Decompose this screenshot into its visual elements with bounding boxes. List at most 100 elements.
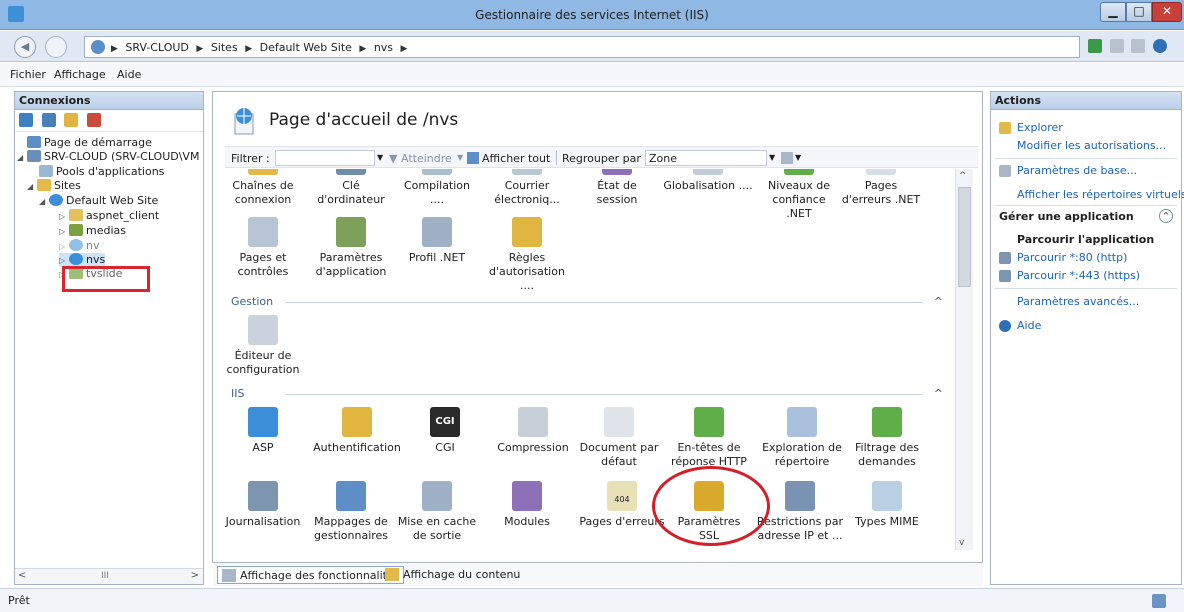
- explore-link[interactable]: Explorer: [1017, 121, 1063, 134]
- feature-app-settings[interactable]: Paramètres d'application: [311, 217, 391, 279]
- breadcrumb[interactable]: ▶ SRV-CLOUD ▶ Sites ▶ Default Web Site ▶…: [84, 36, 1080, 58]
- tree-item-nv[interactable]: ▷ nv: [59, 239, 99, 253]
- feature-cgi[interactable]: CGI CGI: [405, 407, 485, 455]
- feature-pages-controls[interactable]: Pages et contrôles: [225, 217, 303, 279]
- view-mode-icon[interactable]: [781, 152, 793, 164]
- feature-http-headers[interactable]: En-têtes de réponse HTTP: [669, 407, 749, 469]
- feature-request-filtering[interactable]: Filtrage des demandes: [847, 407, 927, 469]
- edit-permissions-link[interactable]: Modifier les autorisations...: [1017, 139, 1166, 152]
- minimize-button[interactable]: ▁: [1100, 2, 1126, 22]
- feature-session-state[interactable]: État de session: [577, 169, 657, 207]
- feature-net-profile[interactable]: Profil .NET: [397, 217, 477, 265]
- goto-button[interactable]: Atteindre: [401, 152, 452, 165]
- goto-dropdown-icon[interactable]: ▼: [457, 153, 463, 162]
- browse-http-link[interactable]: Parcourir *:80 (http): [1017, 251, 1127, 264]
- feature-mime-types[interactable]: Types MIME: [847, 481, 927, 529]
- stop-icon[interactable]: [1109, 39, 1124, 53]
- up-folder-icon[interactable]: [64, 113, 78, 127]
- scroll-right-icon[interactable]: >: [191, 570, 199, 581]
- section-collapse-icon[interactable]: ^: [934, 295, 943, 308]
- feature-config-editor[interactable]: Éditeur de configuration: [225, 315, 303, 377]
- show-virtual-dirs-link[interactable]: Afficher les répertoires virtuels: [1017, 188, 1184, 201]
- feature-asp[interactable]: ASP: [225, 407, 303, 455]
- network-icon[interactable]: [1088, 39, 1102, 53]
- crumb-sites[interactable]: Sites: [211, 41, 238, 54]
- collapse-icon[interactable]: ◢: [17, 153, 27, 162]
- feature-default-document[interactable]: Document par défaut: [579, 407, 659, 469]
- manage-application-header[interactable]: Gérer une application: [999, 210, 1134, 223]
- tab-content-view[interactable]: Affichage du contenu: [381, 566, 524, 584]
- group-by-select[interactable]: Zone: [645, 150, 767, 166]
- feature-handler-mappings[interactable]: Mappages de gestionnaires: [311, 481, 391, 543]
- home-icon[interactable]: [1131, 39, 1145, 53]
- forward-button[interactable]: [45, 36, 67, 58]
- help-link[interactable]: Aide: [1017, 319, 1041, 332]
- crumb-nvs[interactable]: nvs: [374, 41, 393, 54]
- help-icon[interactable]: [1152, 39, 1167, 53]
- feature-output-caching[interactable]: Mise en cache de sortie: [397, 481, 477, 543]
- collapse-icon[interactable]: ◢: [27, 182, 37, 191]
- expand-icon[interactable]: ▷: [59, 242, 69, 251]
- tree-item-app-pools[interactable]: Pools d'applications: [39, 165, 164, 179]
- feature-authentication[interactable]: Authentification: [311, 407, 403, 455]
- disconnect-icon[interactable]: [86, 113, 101, 127]
- section-iis[interactable]: IIS ^: [231, 387, 943, 403]
- feature-smtp-email[interactable]: Courrier électroniq...: [487, 169, 567, 207]
- maximize-button[interactable]: □: [1126, 2, 1152, 22]
- close-button[interactable]: ✕: [1152, 2, 1182, 22]
- section-gestion[interactable]: Gestion ^: [231, 295, 943, 311]
- back-button[interactable]: ◀: [14, 36, 36, 58]
- advanced-settings-link[interactable]: Paramètres avancés...: [1017, 295, 1139, 308]
- section-collapse-icon[interactable]: ^: [934, 387, 943, 400]
- crumb-default-site[interactable]: Default Web Site: [260, 41, 352, 54]
- feature-connection-strings[interactable]: Chaînes de connexion: [225, 169, 303, 207]
- menu-view[interactable]: Affichage: [54, 68, 106, 81]
- feature-trust-levels[interactable]: Niveaux de confiance .NET: [759, 169, 839, 221]
- feature-directory-browsing[interactable]: Exploration de répertoire: [759, 407, 845, 469]
- status-text: Prêt: [8, 594, 30, 607]
- website-globe-icon: [49, 194, 63, 206]
- scroll-up-icon[interactable]: ^: [959, 171, 967, 181]
- explore-icon: [999, 122, 1011, 134]
- menu-help[interactable]: Aide: [117, 68, 141, 81]
- directory-browsing-icon: [787, 407, 817, 437]
- group-dropdown-icon[interactable]: ▼: [769, 153, 775, 162]
- tree-item-sites[interactable]: ◢ Sites: [27, 179, 81, 193]
- tree-item-server[interactable]: ◢ SRV-CLOUD (SRV-CLOUD\VM: [17, 150, 199, 164]
- vertical-scrollbar[interactable]: ^ v: [955, 169, 973, 550]
- expand-icon[interactable]: ▷: [59, 256, 69, 265]
- save-icon[interactable]: [41, 113, 56, 127]
- connect-icon[interactable]: [19, 113, 33, 127]
- feature-modules[interactable]: Modules: [487, 481, 567, 529]
- tree-item-nvs[interactable]: ▷ nvs: [59, 253, 106, 267]
- tree-item-default-web-site[interactable]: ◢ Default Web Site: [39, 194, 158, 208]
- tree-item-medias[interactable]: ▷ medias: [59, 224, 126, 238]
- tree-item-start-page[interactable]: Page de démarrage: [27, 136, 152, 150]
- filter-dropdown-icon[interactable]: ▼: [377, 153, 383, 162]
- show-all-button[interactable]: Afficher tout: [482, 152, 550, 165]
- tab-features-view[interactable]: Affichage des fonctionnalités: [217, 566, 405, 584]
- tree-item-aspnet-client[interactable]: ▷ aspnet_client: [59, 209, 159, 223]
- scroll-left-icon[interactable]: <: [18, 570, 26, 581]
- feature-authorization-rules[interactable]: Règles d'autorisation ....: [487, 217, 567, 293]
- feature-net-error-pages[interactable]: Pages d'erreurs .NET: [841, 169, 921, 207]
- menu-file[interactable]: Fichier: [10, 68, 46, 81]
- error-pages-icon: [866, 169, 896, 175]
- view-dropdown-icon[interactable]: ▼: [795, 153, 801, 162]
- collapse-section-icon[interactable]: ^: [1159, 209, 1173, 223]
- horizontal-scrollbar[interactable]: < III >: [15, 568, 203, 584]
- crumb-server[interactable]: SRV-CLOUD: [125, 41, 188, 54]
- feature-compression[interactable]: Compression: [493, 407, 573, 455]
- scroll-down-icon[interactable]: v: [959, 538, 964, 548]
- collapse-icon[interactable]: ◢: [39, 197, 49, 206]
- feature-logging[interactable]: Journalisation: [225, 481, 303, 529]
- feature-compilation[interactable]: Compilation ....: [397, 169, 477, 207]
- filter-input[interactable]: [275, 150, 375, 166]
- expand-icon[interactable]: ▷: [59, 212, 69, 221]
- expand-icon[interactable]: ▷: [59, 227, 69, 236]
- basic-settings-link[interactable]: Paramètres de base...: [1017, 164, 1137, 177]
- feature-machine-key[interactable]: Clé d'ordinateur: [311, 169, 391, 207]
- scroll-thumb[interactable]: [958, 187, 971, 287]
- browse-https-link[interactable]: Parcourir *:443 (https): [1017, 269, 1140, 282]
- feature-globalization[interactable]: Globalisation ....: [659, 169, 757, 193]
